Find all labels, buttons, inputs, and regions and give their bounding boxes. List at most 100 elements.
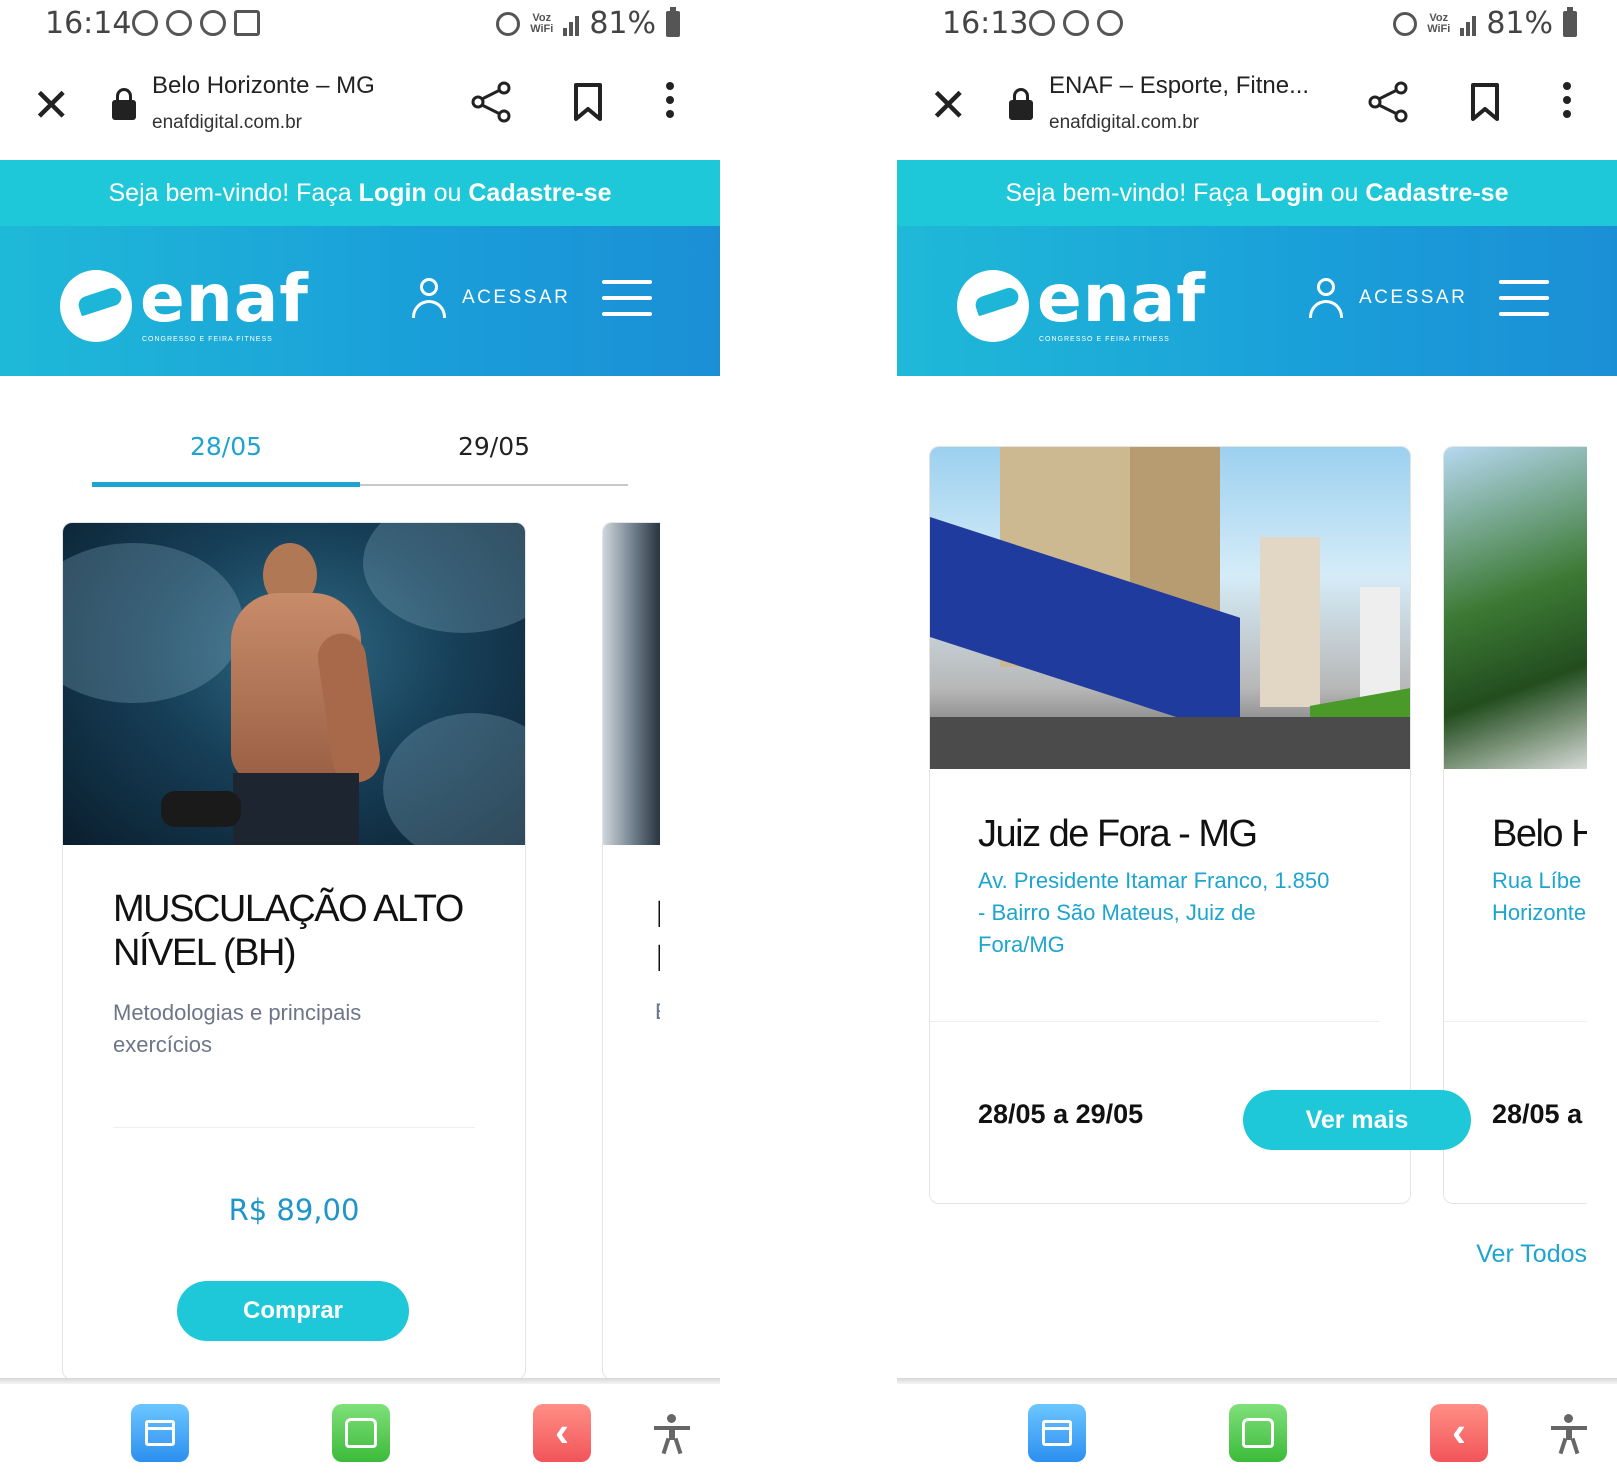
app-notification-icon xyxy=(200,10,226,36)
status-bar: 16:14 Voz WiFi 81% xyxy=(0,0,720,52)
viewport-edge xyxy=(1587,420,1617,1220)
tabs-icon[interactable] xyxy=(1028,1404,1086,1462)
browser-toolbar: ✕ ENAF – Esporte, Fitne... enafdigital.c… xyxy=(897,52,1617,160)
voz-wifi-indicator: Voz WiFi xyxy=(1427,11,1451,35)
lock-icon xyxy=(1009,88,1033,120)
signal-icon xyxy=(1460,12,1477,36)
page-title: ENAF – Esporte, Fitne... xyxy=(1049,72,1310,99)
event-dates: 28/05 a 29/05 xyxy=(978,1099,1144,1129)
next-event-dates: 28/05 a xyxy=(1492,1099,1583,1129)
signup-link[interactable]: Cadastre-se xyxy=(468,179,611,207)
home-icon[interactable] xyxy=(1229,1404,1287,1462)
enaf-logo[interactable]: enaf CONGRESSO E FEIRA FITNESS xyxy=(60,260,308,344)
event-address: Av. Presidente Itamar Franco, 1.850 - Ba… xyxy=(978,868,1330,957)
battery-icon xyxy=(666,6,680,37)
site-header: enaf CONGRESSO E FEIRA FITNESS ACESSAR xyxy=(897,226,1617,376)
whatsapp-icon xyxy=(1029,10,1055,36)
close-icon[interactable]: ✕ xyxy=(32,80,71,130)
date-tabs: 28/05 29/05 xyxy=(92,420,628,490)
welcome-or: ou xyxy=(426,179,469,207)
bottom-nav: ‹ xyxy=(897,1384,1617,1480)
image-icon xyxy=(234,10,260,36)
course-description: Metodologias e principais exercícios xyxy=(113,1000,362,1057)
logo-tagline: CONGRESSO E FEIRA FITNESS xyxy=(1039,336,1170,343)
bottom-nav: ‹ xyxy=(0,1384,720,1480)
login-link[interactable]: Login xyxy=(1256,179,1324,207)
home-icon[interactable] xyxy=(332,1404,390,1462)
enaf-logo[interactable]: enaf CONGRESSO E FEIRA FITNESS xyxy=(957,260,1205,344)
battery-percent: 81% xyxy=(1486,6,1553,41)
tab-active-indicator xyxy=(92,482,360,487)
back-icon[interactable]: ‹ xyxy=(1430,1404,1488,1462)
app-notification-icon xyxy=(166,10,192,36)
app-notification-icon xyxy=(1063,10,1089,36)
phone-right: 16:13 Voz WiFi 81% ✕ ENAF – Esporte, Fitn… xyxy=(897,0,1617,1480)
page-domain: enafdigital.com.br xyxy=(152,112,302,133)
accessibility-icon[interactable] xyxy=(654,1414,690,1455)
bookmark-icon[interactable] xyxy=(1469,82,1501,122)
logo-text: enaf xyxy=(140,260,309,337)
welcome-or: ou xyxy=(1323,179,1366,207)
buy-button[interactable]: Comprar xyxy=(177,1281,409,1341)
welcome-banner: Seja bem-vindo! Faça Login ou Cadastre-s… xyxy=(0,160,720,226)
viewport-edge xyxy=(660,500,720,1380)
tab-date-2[interactable]: 29/05 xyxy=(360,432,628,461)
course-price: R$ 89,00 xyxy=(228,1193,360,1227)
next-event-city: Belo H xyxy=(1492,813,1599,855)
signal-icon xyxy=(563,12,580,36)
menu-icon[interactable] xyxy=(1499,280,1549,320)
ver-mais-button[interactable]: Ver mais xyxy=(1243,1090,1471,1150)
app-notification-icon xyxy=(1097,10,1123,36)
phone-left: 16:14 Voz WiFi 81% ✕ Belo Horizonte – MG … xyxy=(0,0,720,1480)
more-icon[interactable] xyxy=(1561,82,1573,122)
share-icon[interactable] xyxy=(1367,80,1411,124)
ver-todos-link[interactable]: Ver Todos xyxy=(1476,1240,1587,1269)
logo-tagline: CONGRESSO E FEIRA FITNESS xyxy=(142,336,273,343)
page-domain: enafdigital.com.br xyxy=(1049,112,1199,133)
battery-icon xyxy=(1563,6,1577,37)
logo-mark-icon xyxy=(60,270,132,342)
status-right: Voz WiFi 81% xyxy=(496,6,680,41)
user-icon xyxy=(1309,278,1343,318)
close-icon[interactable]: ✕ xyxy=(929,80,968,130)
signup-link[interactable]: Cadastre-se xyxy=(1365,179,1508,207)
acessar-label: ACESSAR xyxy=(1359,287,1468,308)
logo-mark-icon xyxy=(957,270,1029,342)
more-icon[interactable] xyxy=(664,82,676,122)
acessar-label: ACESSAR xyxy=(462,287,571,308)
bookmark-icon[interactable] xyxy=(572,82,604,122)
alarm-icon xyxy=(496,11,521,36)
acessar-button[interactable]: ACESSAR xyxy=(412,276,570,320)
status-bar: 16:13 Voz WiFi 81% xyxy=(897,0,1617,52)
login-link[interactable]: Login xyxy=(359,179,427,207)
menu-icon[interactable] xyxy=(602,280,652,320)
event-image xyxy=(930,447,1410,769)
welcome-text: Seja bem-vindo! Faça xyxy=(108,179,359,207)
notification-icons xyxy=(132,6,260,36)
battery-percent: 81% xyxy=(589,6,656,41)
alarm-icon xyxy=(1393,11,1418,36)
voz-wifi-indicator: Voz WiFi xyxy=(530,11,554,35)
back-icon[interactable]: ‹ xyxy=(533,1404,591,1462)
tab-date-1[interactable]: 28/05 xyxy=(92,432,360,461)
lock-icon xyxy=(112,88,136,120)
notification-icons xyxy=(1029,6,1123,36)
course-title: MUSCULAÇÃO ALTO NÍVEL (BH) xyxy=(113,888,464,974)
whatsapp-icon xyxy=(132,10,158,36)
card-divider xyxy=(113,1127,475,1128)
status-time: 16:14 xyxy=(45,6,132,41)
card-divider xyxy=(930,1021,1380,1022)
welcome-banner: Seja bem-vindo! Faça Login ou Cadastre-s… xyxy=(897,160,1617,226)
welcome-text: Seja bem-vindo! Faça xyxy=(1005,179,1256,207)
status-right: Voz WiFi 81% xyxy=(1393,6,1577,41)
event-city: Juiz de Fora - MG xyxy=(978,813,1258,855)
site-header: enaf CONGRESSO E FEIRA FITNESS ACESSAR xyxy=(0,226,720,376)
logo-text: enaf xyxy=(1037,260,1206,337)
page-title: Belo Horizonte – MG xyxy=(152,72,375,99)
tabs-icon[interactable] xyxy=(131,1404,189,1462)
course-image xyxy=(63,523,525,845)
accessibility-icon[interactable] xyxy=(1551,1414,1587,1455)
share-icon[interactable] xyxy=(470,80,514,124)
course-card[interactable]: MUSCULAÇÃO ALTO NÍVEL (BH) Metodologias … xyxy=(62,522,526,1380)
acessar-button[interactable]: ACESSAR xyxy=(1309,276,1467,320)
